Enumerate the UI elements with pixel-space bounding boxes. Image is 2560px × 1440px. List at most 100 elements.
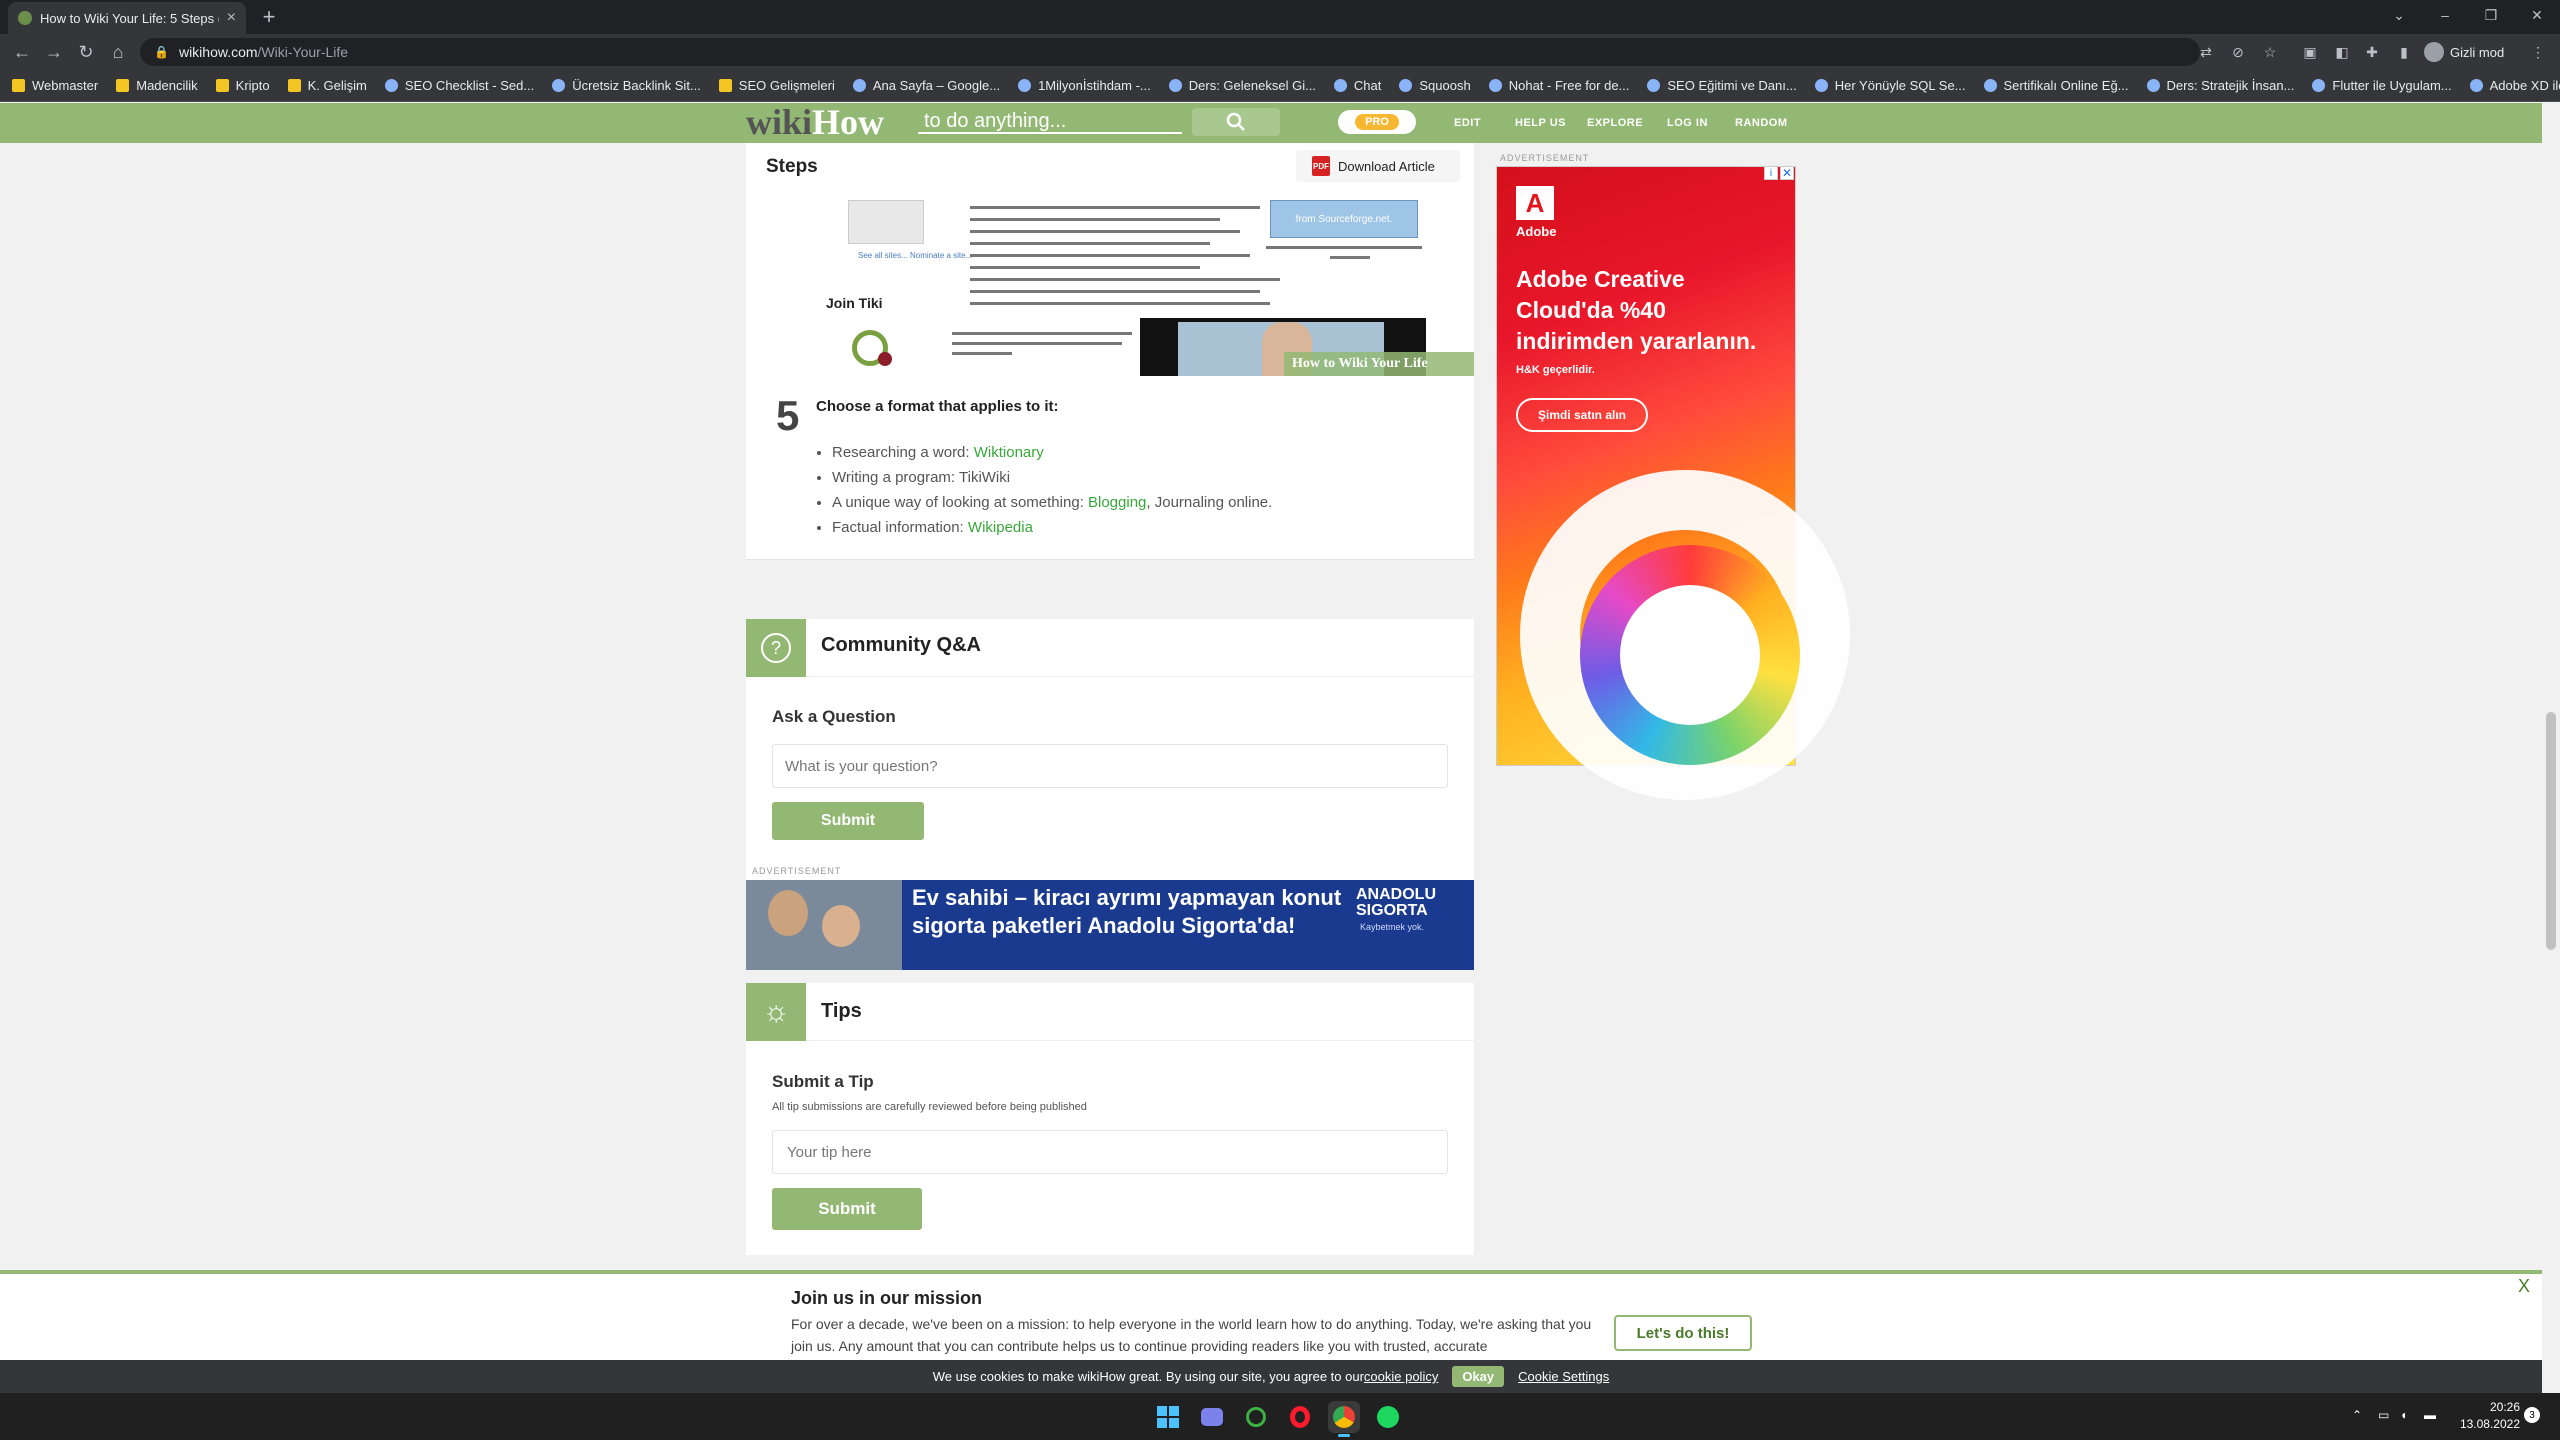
- ad-cta-button[interactable]: Şimdi satın alın: [1516, 398, 1648, 432]
- chrome-icon[interactable]: [1328, 1401, 1360, 1433]
- reload-icon[interactable]: ↻: [72, 38, 100, 66]
- battery-icon[interactable]: ▬: [2424, 1408, 2436, 1422]
- tab-search-icon[interactable]: ⌄: [2376, 0, 2422, 30]
- ad-info-icon[interactable]: i: [1764, 166, 1778, 180]
- star-icon[interactable]: ☆: [2260, 42, 2280, 62]
- pro-button[interactable]: PRO: [1338, 110, 1416, 134]
- search-icon: [1226, 112, 1245, 131]
- feature-text-line: [970, 242, 1210, 245]
- tray-chevron-icon[interactable]: ⌃: [2352, 1408, 2362, 1422]
- bookmark-item[interactable]: Flutter ile Uygulam...: [2312, 78, 2452, 93]
- wikipedia-link[interactable]: Wikipedia: [968, 519, 1033, 536]
- forward-icon[interactable]: →: [40, 38, 68, 66]
- donate-button[interactable]: Let's do this!: [1614, 1315, 1752, 1351]
- new-tab-button[interactable]: +: [256, 4, 282, 30]
- cookie-text: We use cookies to make wikiHow great. By…: [932, 1369, 1364, 1384]
- taskbar-clock[interactable]: 20:26 13.08.2022: [2444, 1399, 2520, 1433]
- browser-tab[interactable]: How to Wiki Your Life: 5 Steps (w... ×: [8, 2, 246, 34]
- active-app-indicator: [1338, 1434, 1350, 1437]
- camera-icon[interactable]: ▣: [2300, 42, 2320, 62]
- tip-input[interactable]: Your tip here: [772, 1130, 1448, 1174]
- address-bar[interactable]: 🔒 wikihow.com /Wiki-Your-Life: [140, 38, 2200, 66]
- opera-icon[interactable]: [1284, 1401, 1316, 1433]
- close-mission-icon[interactable]: X: [2518, 1276, 2530, 1297]
- eye-off-icon[interactable]: ⊘: [2228, 42, 2248, 62]
- bookmark-item[interactable]: Kripto: [215, 78, 270, 93]
- bookmark-label: Ders: Stratejik İnsan...: [2166, 78, 2295, 93]
- bookmark-item[interactable]: SEO Eğitimi ve Danı...: [1647, 78, 1797, 93]
- network-icon[interactable]: ▭: [2378, 1408, 2389, 1422]
- site-search-input[interactable]: to do anything...: [918, 110, 1182, 134]
- minimize-button[interactable]: –: [2422, 0, 2468, 30]
- blogging-link[interactable]: Blogging: [1088, 494, 1146, 511]
- puzzle-icon[interactable]: ✚: [2362, 42, 2382, 62]
- site-favicon-icon: [2469, 79, 2483, 92]
- profile-button[interactable]: Gizli mod: [2424, 40, 2504, 64]
- notification-badge[interactable]: 3: [2524, 1407, 2540, 1423]
- bookmarks-bar: Webmaster Madencilik Kripto K. Gelişim SEO C…: [0, 70, 2560, 102]
- bookmark-item[interactable]: Ders: Stratejik İnsan...: [2146, 78, 2295, 93]
- pdf-icon: PDF: [1312, 156, 1330, 176]
- nav-edit[interactable]: EDIT: [1454, 103, 1481, 143]
- feature-text-line: [970, 302, 1270, 305]
- feature-text-line: [970, 206, 1260, 209]
- cookie-settings-link[interactable]: Cookie Settings: [1518, 1369, 1609, 1384]
- bookmark-label: Nohat - Free for de...: [1508, 78, 1630, 93]
- bookmark-label: Chat: [1353, 78, 1382, 93]
- folder-icon: [215, 79, 229, 92]
- nav-random[interactable]: RANDOM: [1735, 103, 1788, 143]
- bookmark-item[interactable]: Ders: Geleneksel Gi...: [1168, 78, 1316, 93]
- back-icon[interactable]: ←: [8, 38, 36, 66]
- mission-title: Join us in our mission: [791, 1288, 983, 1308]
- close-tab-icon[interactable]: ×: [227, 9, 236, 27]
- bookmark-item[interactable]: Nohat - Free for de...: [1488, 78, 1630, 93]
- xbox-app-icon[interactable]: [1240, 1401, 1272, 1433]
- wiktionary-link[interactable]: Wiktionary: [974, 444, 1044, 461]
- extension-icon[interactable]: ◧: [2332, 42, 2352, 62]
- bookmark-item[interactable]: Her Yönüyle SQL Se...: [1814, 78, 1966, 93]
- bookmark-item[interactable]: K. Gelişim: [287, 78, 367, 93]
- feature-text-line: [970, 218, 1220, 221]
- bookmark-item[interactable]: 1Milyonİstihdam -...: [1018, 78, 1151, 93]
- menu-dots-icon[interactable]: ⋮: [2528, 42, 2548, 62]
- bookmark-item[interactable]: Sertifikalı Online Eğ...: [1983, 78, 2129, 93]
- tips-title: Tips: [821, 1000, 862, 1022]
- download-article-button[interactable]: PDF Download Article: [1296, 150, 1460, 182]
- banner-headline: Ev sahibi – kiracı ayrımı yapmayan konut…: [912, 885, 1342, 938]
- bookmark-item[interactable]: Chat: [1333, 78, 1382, 93]
- profile-label: Gizli mod: [2450, 44, 2505, 60]
- sidebar-icon[interactable]: ▮: [2394, 42, 2414, 62]
- home-icon[interactable]: ⌂: [104, 38, 132, 66]
- bookmark-item[interactable]: Ücretsiz Backlink Sit...: [552, 78, 701, 93]
- volume-icon[interactable]: ◖: [2400, 1408, 2407, 1422]
- nav-explore[interactable]: EXPLORE: [1587, 103, 1643, 143]
- search-button[interactable]: [1192, 108, 1280, 136]
- site-favicon-icon: [1647, 79, 1661, 92]
- question-input[interactable]: What is your question?: [772, 744, 1448, 788]
- translate-icon[interactable]: ⇄: [2196, 42, 2216, 62]
- cookie-okay-button[interactable]: Okay: [1452, 1366, 1505, 1387]
- start-menu-icon[interactable]: [1152, 1401, 1184, 1433]
- close-window-button[interactable]: ✕: [2514, 0, 2560, 30]
- cookie-policy-link[interactable]: cookie policy: [1364, 1369, 1438, 1384]
- scrollbar-thumb[interactable]: [2546, 712, 2556, 950]
- bookmark-item[interactable]: Ana Sayfa – Google...: [852, 78, 1000, 93]
- teams-chat-icon[interactable]: [1196, 1401, 1228, 1433]
- nav-help-us[interactable]: HELP US: [1515, 103, 1566, 143]
- bookmark-item[interactable]: SEO Gelişmeleri: [718, 78, 835, 93]
- pro-label: PRO: [1355, 114, 1399, 130]
- ad-close-icon[interactable]: ✕: [1780, 166, 1794, 180]
- nav-log-in[interactable]: LOG IN: [1667, 103, 1708, 143]
- bookmark-item[interactable]: Squoosh: [1399, 78, 1471, 93]
- bookmark-item[interactable]: Webmaster: [12, 78, 98, 93]
- restore-button[interactable]: ❐: [2468, 0, 2514, 30]
- bookmark-item[interactable]: Adobe XD ile UI-UX...: [2469, 78, 2560, 93]
- bookmark-item[interactable]: SEO Checklist - Sed...: [384, 78, 534, 93]
- wikihow-logo[interactable]: wikiHow: [746, 102, 884, 142]
- spotify-icon[interactable]: [1372, 1401, 1404, 1433]
- submit-tip-button[interactable]: Submit: [772, 1188, 922, 1230]
- submit-question-button[interactable]: Submit: [772, 802, 924, 840]
- list-item: Researching a word: Wiktionary: [832, 440, 1272, 465]
- creative-cloud-ring-inner: [1620, 585, 1760, 725]
- bookmark-item[interactable]: Madencilik: [116, 78, 198, 93]
